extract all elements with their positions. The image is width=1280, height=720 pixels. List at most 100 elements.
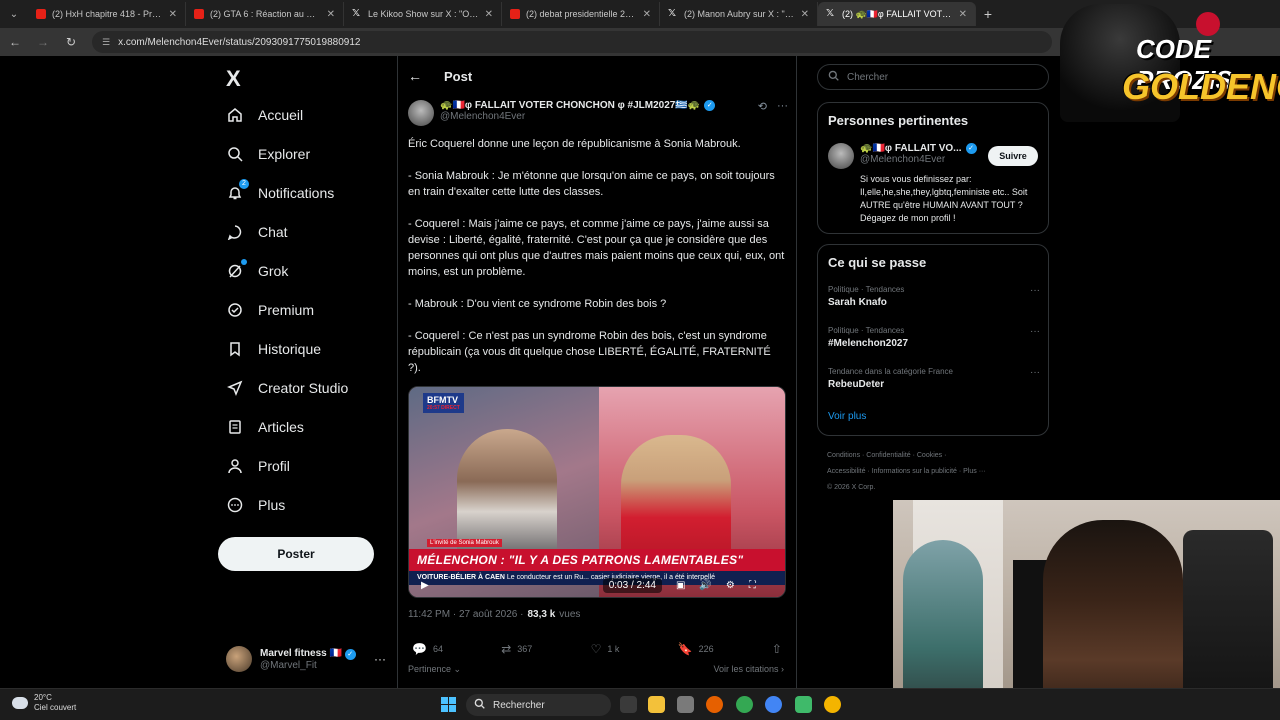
trend-item[interactable]: Politique · Tendances Sarah Knafo ··· bbox=[828, 285, 1040, 308]
post-meta: 11:42 PM · 27 août 2026 · 83,3 k vues bbox=[408, 609, 580, 620]
close-tab-icon[interactable]: ✕ bbox=[169, 9, 177, 20]
chrome-profile-icon[interactable] bbox=[765, 696, 782, 713]
repost-button[interactable]: ⇄ 367 bbox=[501, 642, 532, 656]
trend-item[interactable]: Politique · Tendances #Melenchon2027 ··· bbox=[828, 326, 1040, 349]
more-circle-icon bbox=[226, 496, 244, 514]
trend-item[interactable]: Tendance dans la catégorie France RebeuD… bbox=[828, 367, 1040, 390]
search-placeholder: Chercher bbox=[847, 71, 889, 83]
video-player[interactable]: BFMTV 20:57 DIRECT L'invité de Sonia Mabr… bbox=[408, 386, 786, 598]
chat-icon bbox=[226, 223, 244, 241]
fullscreen-icon[interactable]: ⛶ bbox=[749, 580, 756, 591]
firefox-icon[interactable] bbox=[706, 696, 723, 713]
reply-button[interactable]: 💬 64 bbox=[412, 642, 443, 656]
search-input[interactable]: Chercher bbox=[817, 64, 1049, 90]
volume-icon[interactable]: 🔊 bbox=[699, 580, 711, 591]
taskbar-search[interactable]: Rechercher bbox=[466, 694, 611, 716]
nav-item-grok[interactable]: Grok bbox=[226, 259, 288, 280]
more-icon[interactable]: ··· bbox=[1030, 367, 1040, 378]
site-info-icon[interactable]: ☰ bbox=[102, 37, 110, 48]
more-icon[interactable]: ··· bbox=[1030, 285, 1040, 296]
browser-tab[interactable]: (2) HxH chapitre 418 - Première✕ bbox=[28, 2, 186, 26]
panel-title: Personnes pertinentes bbox=[828, 113, 969, 128]
youtube-favicon-icon bbox=[510, 9, 520, 19]
nav-label: Accueil bbox=[258, 107, 304, 123]
nav-item-history[interactable]: Historique bbox=[226, 340, 321, 358]
account-switcher[interactable]: Marvel fitness 🇫🇷 ✓ @Marvel_Fit ··· bbox=[226, 644, 386, 674]
see-more-link[interactable]: Voir plus bbox=[828, 411, 866, 422]
close-tab-icon[interactable]: ✕ bbox=[959, 9, 967, 20]
share-button[interactable]: ⇧ bbox=[772, 642, 782, 656]
youtube-favicon-icon bbox=[194, 9, 204, 19]
captions-icon[interactable]: ▣ bbox=[676, 580, 685, 591]
verified-badge-icon: ✓ bbox=[704, 100, 716, 111]
nav-label: Premium bbox=[258, 302, 315, 318]
nav-item-explore[interactable]: Explorer bbox=[226, 145, 310, 163]
app-icon[interactable] bbox=[824, 696, 841, 713]
new-tab-button[interactable]: + bbox=[976, 6, 1000, 22]
nav-item-home[interactable]: Accueil bbox=[226, 106, 303, 124]
author-name[interactable]: 🐢🇫🇷φ FALLAIT VOTER CHONCHON φ #JLM2027🇬🇷… bbox=[440, 100, 716, 111]
author-handle[interactable]: @Melenchon4Ever bbox=[440, 111, 715, 122]
chrome-icon[interactable] bbox=[736, 696, 753, 713]
file-explorer-icon[interactable] bbox=[648, 696, 665, 713]
bookmark-button[interactable]: 🔖 226 bbox=[678, 642, 714, 656]
nav-item-profile[interactable]: Profil bbox=[226, 457, 290, 475]
nav-item-articles[interactable]: Articles bbox=[226, 418, 304, 436]
play-icon[interactable]: ▶ bbox=[421, 580, 429, 591]
x-logo-icon[interactable]: X bbox=[226, 66, 241, 92]
share-icon: ⇧ bbox=[771, 642, 782, 656]
nav-item-notifications[interactable]: 2 Notifications bbox=[226, 179, 334, 202]
nav-label: Articles bbox=[258, 419, 304, 435]
nav-item-creator-studio[interactable]: Creator Studio bbox=[226, 379, 348, 397]
avatar bbox=[828, 143, 854, 169]
url-field[interactable]: ☰ x.com/Melenchon4Ever/status/2093091775… bbox=[92, 31, 1052, 53]
weather-widget[interactable]: 20°C Ciel couvert bbox=[12, 693, 76, 713]
nav-item-chat[interactable]: Chat bbox=[226, 223, 288, 241]
more-options-icon[interactable]: ··· bbox=[777, 100, 788, 113]
tab-list-icon[interactable]: ⌄ bbox=[0, 0, 28, 28]
more-icon[interactable]: ··· bbox=[1030, 326, 1040, 337]
close-tab-icon[interactable]: ✕ bbox=[643, 9, 651, 20]
more-icon[interactable]: ··· bbox=[374, 652, 386, 666]
close-tab-icon[interactable]: ✕ bbox=[485, 9, 493, 20]
browser-tab-active[interactable]: 𝕏(2) 🐢🇫🇷φ FALLAIT VOTER CHC✕ bbox=[818, 2, 976, 26]
browser-tab[interactable]: (2) GTA 6 : Réaction au TRAILER✕ bbox=[186, 2, 344, 26]
forward-icon[interactable]: → bbox=[36, 35, 50, 49]
nav-item-premium[interactable]: Premium bbox=[226, 301, 314, 319]
close-tab-icon[interactable]: ✕ bbox=[327, 9, 335, 20]
rocket-icon bbox=[226, 379, 244, 397]
footer-line[interactable]: Accessibilité · Informations sur la publ… bbox=[827, 464, 1047, 480]
grok-explain-icon[interactable]: ⟲ bbox=[758, 100, 767, 113]
x-favicon-icon: 𝕏 bbox=[826, 8, 835, 19]
logo-text-bottom: GOLDENG bbox=[1122, 66, 1280, 107]
view-count: 83,3 k bbox=[527, 609, 556, 620]
post-button[interactable]: Poster bbox=[218, 537, 374, 571]
post-header: ← Post bbox=[408, 68, 472, 84]
nav-label: Historique bbox=[258, 341, 322, 357]
post-timestamp[interactable]: 11:42 PM · 27 août 2026 · bbox=[408, 609, 523, 620]
task-view-icon[interactable] bbox=[620, 696, 637, 713]
follow-button[interactable]: Suivre bbox=[988, 146, 1038, 166]
view-quotes-link[interactable]: Voir les citations › bbox=[713, 664, 784, 674]
nav-item-more[interactable]: Plus bbox=[226, 496, 285, 514]
footer-line[interactable]: Conditions · Confidentialité · Cookies · bbox=[827, 448, 1047, 464]
reload-icon[interactable]: ↻ bbox=[64, 35, 78, 49]
post-text: Éric Coquerel donne une leçon de républi… bbox=[408, 136, 786, 392]
close-tab-icon[interactable]: ✕ bbox=[801, 9, 809, 20]
settings-icon[interactable]: ⚙ bbox=[726, 580, 735, 591]
browser-tab[interactable]: 𝕏 (2) Manon Aubry sur X : "Apha ✕ bbox=[660, 2, 818, 26]
search-icon bbox=[828, 70, 839, 84]
start-button[interactable] bbox=[441, 697, 456, 712]
sort-dropdown[interactable]: Pertinence ⌄ bbox=[408, 664, 461, 675]
article-icon bbox=[226, 418, 244, 436]
game-launcher-icon[interactable] bbox=[795, 696, 812, 713]
author-avatar[interactable] bbox=[408, 100, 434, 126]
app-icon[interactable] bbox=[677, 696, 694, 713]
back-arrow-icon[interactable]: ← bbox=[408, 68, 422, 84]
nav-label: Creator Studio bbox=[258, 380, 349, 396]
back-icon[interactable]: ← bbox=[8, 35, 22, 49]
like-button[interactable]: ♡ 1 k bbox=[591, 642, 620, 656]
heart-icon: ♡ bbox=[590, 642, 602, 656]
browser-tab[interactable]: 𝕏Le Kikoo Show sur X : "Oui il y a✕ bbox=[344, 2, 502, 26]
browser-tab[interactable]: (2) debat presidentielle 2027 - Y✕ bbox=[502, 2, 660, 26]
